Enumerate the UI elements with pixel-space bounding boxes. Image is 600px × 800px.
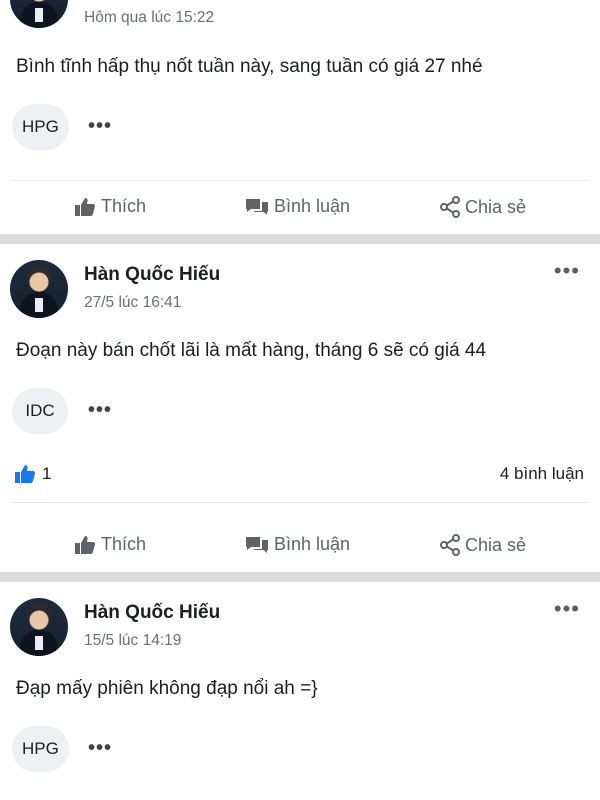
post-separator: [0, 572, 600, 582]
thumbs-up-icon: [75, 197, 96, 216]
share-button[interactable]: Chia sẻ: [440, 534, 526, 556]
post-2: Hàn Quốc Hiếu 27/5 lúc 16:41 ••• Đoạn nà…: [0, 244, 600, 572]
comment-icon: [246, 536, 268, 553]
post-timestamp: 15/5 lúc 14:19: [84, 632, 182, 649]
post-more-button[interactable]: •••: [554, 596, 580, 622]
avatar[interactable]: [10, 260, 68, 318]
post-author[interactable]: Hàn Quốc Hiếu: [84, 264, 220, 286]
post-timestamp: Hôm qua lúc 15:22: [84, 9, 215, 26]
avatar[interactable]: [10, 0, 68, 28]
comment-icon: [246, 198, 268, 215]
tag-more-button[interactable]: •••: [88, 737, 112, 760]
like-label: Thích: [101, 534, 147, 554]
avatar[interactable]: [10, 598, 68, 656]
post-content: Đạp mấy phiên không đạp nổi ah =}: [16, 678, 318, 699]
share-icon: [440, 534, 460, 556]
like-summary[interactable]: 1: [14, 464, 51, 484]
share-label: Chia sẻ: [465, 534, 527, 555]
thumbs-up-icon: [75, 535, 96, 554]
like-label: Thích: [101, 196, 147, 216]
like-button[interactable]: Thích: [74, 534, 146, 555]
comment-count[interactable]: 4 bình luận: [500, 464, 584, 484]
comment-label: Bình luận: [274, 534, 351, 554]
divider: [12, 502, 588, 503]
divider: [12, 180, 588, 181]
post-content: Bình tĩnh hấp thụ nốt tuần này, sang tuầ…: [16, 56, 483, 77]
thumbs-up-icon: [15, 465, 36, 483]
like-button[interactable]: Thích: [74, 196, 146, 217]
stock-tag[interactable]: IDC: [12, 388, 68, 434]
share-button[interactable]: Chia sẻ: [440, 196, 526, 218]
comment-button[interactable]: Bình luận: [245, 534, 350, 555]
share-label: Chia sẻ: [465, 196, 527, 217]
comment-label: Bình luận: [274, 196, 351, 216]
share-icon: [440, 196, 460, 218]
stock-tag[interactable]: HPG: [12, 726, 69, 772]
post-1: Hôm qua lúc 15:22 Bình tĩnh hấp thụ nốt …: [0, 0, 600, 234]
comment-button[interactable]: Bình luận: [245, 196, 350, 217]
post-content: Đoạn này bán chốt lãi là mất hàng, tháng…: [16, 340, 487, 361]
post-3: Hàn Quốc Hiếu 15/5 lúc 14:19 ••• Đạp mấy…: [0, 582, 600, 800]
post-separator: [0, 234, 600, 244]
tag-more-button[interactable]: •••: [88, 115, 112, 138]
like-count: 1: [42, 464, 52, 483]
tag-more-button[interactable]: •••: [88, 399, 112, 422]
post-timestamp: 27/5 lúc 16:41: [84, 294, 182, 311]
post-more-button[interactable]: •••: [554, 258, 580, 284]
post-author[interactable]: Hàn Quốc Hiếu: [84, 602, 220, 624]
stock-tag[interactable]: HPG: [12, 104, 69, 150]
